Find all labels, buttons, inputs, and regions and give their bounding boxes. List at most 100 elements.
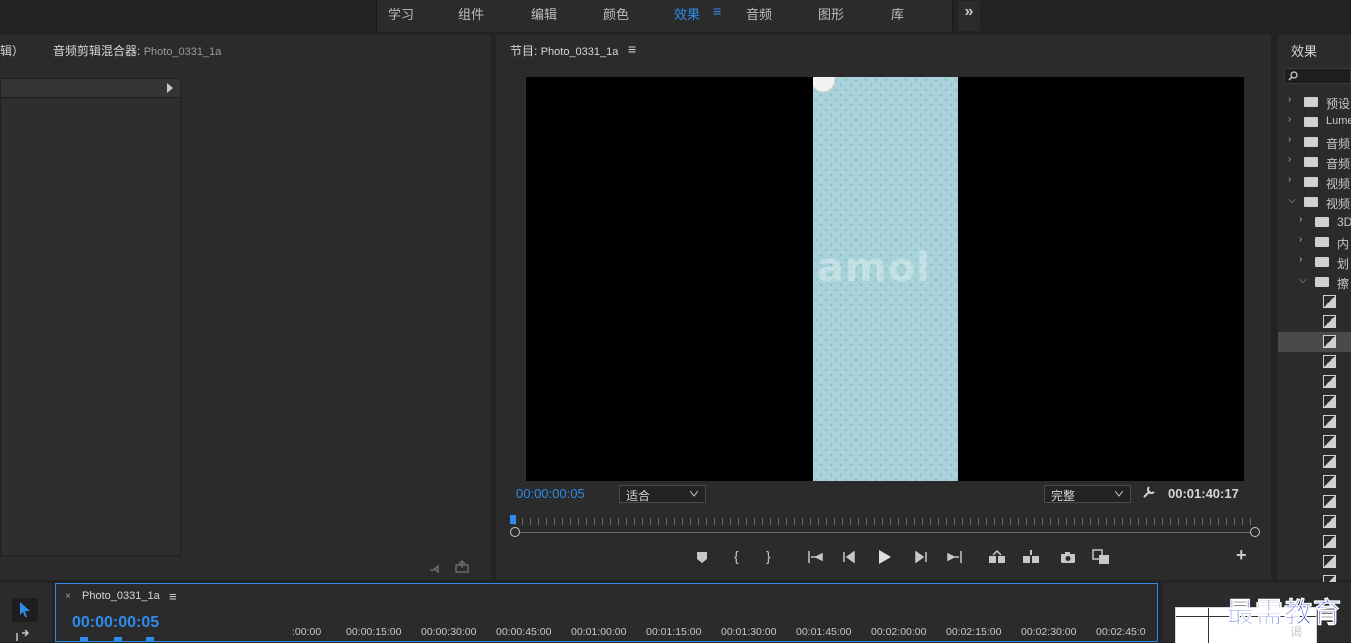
add-marker-icon[interactable] [696,551,708,564]
effects-tree-item[interactable] [1278,352,1351,372]
effects-search-input[interactable] [1284,68,1351,84]
chevron-right-icon[interactable]: › [1299,234,1302,245]
effects-tree-item[interactable]: › 3D [1278,212,1351,232]
effects-tree-item[interactable] [1278,552,1351,572]
transition-icon [1323,375,1336,388]
tab-audio[interactable]: 音频 [746,4,772,23]
chevron-right-icon[interactable]: › [1299,254,1302,265]
tab-color[interactable]: 颜色 [603,4,629,23]
panel-menu-icon[interactable]: ≡ [628,41,636,57]
workspace-menu-icon[interactable]: ≡ [713,3,721,19]
expand-right-icon[interactable] [166,83,174,93]
transition-icon [1323,515,1336,528]
tab-learning[interactable]: 学习 [388,4,414,23]
effects-tree-item[interactable] [1278,532,1351,552]
effects-panel-title[interactable]: 效果 [1291,41,1317,60]
chevron-right-icon[interactable]: › [1288,174,1291,185]
transition-icon [1323,555,1336,568]
effects-tree-item[interactable] [1278,512,1351,532]
linked-selection-icon[interactable] [114,637,122,642]
effects-tree-item[interactable] [1278,292,1351,312]
playback-resolution-select[interactable]: 完整 [1044,485,1131,503]
chevron-right-icon[interactable]: › [1288,114,1291,125]
transition-icon [1323,315,1336,328]
chevron-right-icon[interactable]: › [1288,134,1291,145]
tab-assembly[interactable]: 组件 [458,4,484,23]
program-sequence-name: Photo_0331_1a [540,46,619,58]
effects-tree-item[interactable] [1278,452,1351,472]
lift-icon[interactable] [988,550,1006,564]
effects-tree-item[interactable]: ⌵ 视频 [1278,192,1351,212]
tab-graphics[interactable]: 图形 [818,4,844,23]
zoom-handle-left[interactable] [510,527,520,537]
zoom-handle-right[interactable] [1250,527,1260,537]
tab-libraries[interactable]: 库 [891,4,904,23]
program-monitor-title[interactable]: 节目: Photo_0331_1a [510,42,618,59]
timeline-ruler[interactable]: :00:00 00:00:15:00 00:00:30:00 00:00:45:00 0… [286,626,1156,641]
timeline-sequence-tab[interactable]: Photo_0331_1a [82,590,160,602]
effects-tree-item[interactable]: › 音频 [1278,132,1351,152]
selection-tool[interactable] [12,598,38,622]
effects-tree-label [1342,435,1348,447]
button-editor-plus-icon[interactable]: + [1236,545,1247,566]
effects-tree-item[interactable]: › 预设 [1278,92,1351,112]
effects-tree-item[interactable] [1278,312,1351,332]
effects-tree-item[interactable] [1278,392,1351,412]
step-back-icon[interactable] [842,551,856,563]
comparison-view-icon[interactable] [1092,549,1110,565]
selection-arrow-icon [20,602,30,617]
add-marker-timeline-icon[interactable] [146,637,154,642]
effects-tree-item[interactable]: › 划 [1278,252,1351,272]
zoom-fit-select[interactable]: 适合 [619,485,706,503]
audio-clip-mixer-panel: 辑） 音频剪辑混合器: Photo_0331_1a [0,35,491,580]
effects-tree-item[interactable]: › 内 [1278,232,1351,252]
video-frame[interactable]: amol [526,77,1244,481]
play-icon[interactable] [878,549,892,565]
effects-tree-item[interactable]: › 视频 [1278,172,1351,192]
effects-tree-item[interactable] [1278,412,1351,432]
playhead-timecode[interactable]: 00:00:00:05 [516,486,585,501]
go-to-in-icon[interactable] [808,551,824,563]
effects-tree-item[interactable] [1278,332,1351,352]
playhead-marker[interactable] [510,515,516,524]
go-to-out-icon[interactable] [946,551,962,563]
effects-tree-label: 音频 [1326,157,1351,171]
zoom-fit-value: 适合 [626,489,651,503]
folder-star-icon [1304,117,1318,127]
snap-icon[interactable] [80,637,88,642]
extract-icon[interactable] [1022,550,1040,564]
camera-icon[interactable] [1060,551,1076,563]
timeline-timecode[interactable]: 00:00:00:05 [72,614,159,632]
tab-editing[interactable]: 编辑 [531,4,557,23]
effects-tree-item[interactable]: › 音频 [1278,152,1351,172]
step-forward-icon[interactable] [914,551,928,563]
transition-icon [1323,395,1336,408]
workspace-overflow-button[interactable]: » [958,1,980,31]
effects-tree-item[interactable] [1278,372,1351,392]
audio-meter-icon[interactable] [429,561,443,573]
panel-tab-fragment[interactable]: 辑） [0,42,24,59]
chevron-right-icon[interactable]: › [1288,94,1291,105]
chevron-down-icon[interactable]: ⌵ [1299,275,1307,286]
transition-icon [1323,475,1336,488]
timeline-menu-icon[interactable]: ≡ [169,589,177,604]
effects-tree-item[interactable]: › Lume [1278,112,1351,132]
mark-out-icon[interactable]: } [766,548,771,564]
chevron-right-icon[interactable]: › [1288,154,1291,165]
wrench-icon[interactable] [1142,485,1156,499]
effects-tree-item[interactable]: ⌵ 擦 [1278,272,1351,292]
chevron-down-icon[interactable]: ⌵ [1288,195,1296,206]
effects-tree-item[interactable] [1278,492,1351,512]
chevron-right-icon[interactable]: › [1299,214,1302,225]
effects-tree-item[interactable] [1278,572,1351,582]
time-ruler[interactable] [510,515,1260,537]
export-icon[interactable] [455,560,469,573]
mark-in-icon[interactable]: { [734,548,739,564]
audio-clip-mixer-title[interactable]: 音频剪辑混合器: Photo_0331_1a [53,42,221,59]
track-select-icon[interactable] [14,630,34,642]
tab-effects[interactable]: 效果 [674,4,700,23]
effects-tree-item[interactable] [1278,472,1351,492]
transition-icon [1323,575,1336,582]
effects-tree-item[interactable] [1278,432,1351,452]
close-tab-icon[interactable]: × [65,591,71,602]
